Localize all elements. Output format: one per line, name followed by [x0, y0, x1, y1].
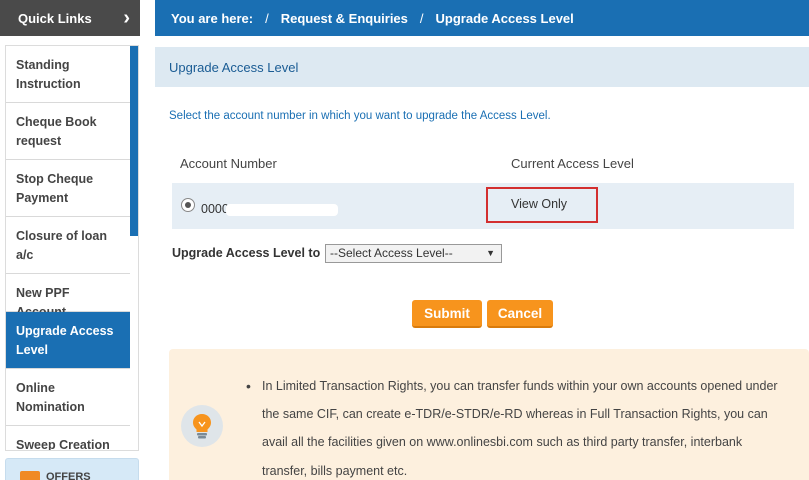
- sidebar-item-closure-of-loan[interactable]: Closure of loan a/c: [6, 217, 130, 274]
- upgrade-access-level-label: Upgrade Access Level to: [172, 246, 321, 260]
- offers-tag-icon: [20, 471, 40, 480]
- info-bullet: • In Limited Transaction Rights, you can…: [246, 372, 786, 480]
- sidebar-item-stop-cheque-payment[interactable]: Stop Cheque Payment: [6, 160, 130, 217]
- breadcrumb-separator: /: [419, 10, 424, 26]
- breadcrumb-item-request-enquiries[interactable]: Request & Enquiries: [281, 11, 408, 26]
- column-header-current-access-level: Current Access Level: [511, 156, 634, 171]
- breadcrumb: You are here: / Request & Enquiries / Up…: [155, 0, 809, 36]
- account-radio-button[interactable]: [181, 198, 195, 212]
- column-header-account-number: Account Number: [180, 156, 277, 171]
- sidebar-item-new-ppf-account[interactable]: New PPF Account: [6, 274, 130, 319]
- breadcrumb-item-upgrade-access-level: Upgrade Access Level: [435, 10, 574, 26]
- sidebar-item-cheque-book-request[interactable]: Cheque Book request: [6, 103, 130, 160]
- sidebar-scrollbar[interactable]: [130, 46, 138, 236]
- access-level-select[interactable]: --Select Access Level-- ▼: [325, 244, 502, 263]
- breadcrumb-separator: /: [265, 10, 269, 26]
- offers-label: OFFERS: [46, 471, 91, 480]
- quick-links-header[interactable]: Quick Links ›: [0, 0, 140, 36]
- panel-title: Upgrade Access Level: [155, 47, 809, 87]
- account-number-redaction: [226, 204, 338, 216]
- quick-links-title: Quick Links: [18, 10, 92, 26]
- cancel-button[interactable]: Cancel: [487, 300, 553, 328]
- offers-banner[interactable]: OFFERS: [5, 458, 139, 480]
- current-access-level-value: View Only: [511, 197, 568, 211]
- sidebar-item-standing-instruction[interactable]: Standing Instruction: [6, 46, 130, 103]
- dropdown-arrow-icon: ▼: [486, 248, 495, 258]
- bullet-icon: •: [246, 378, 251, 394]
- lightbulb-icon: [181, 405, 223, 447]
- chevron-right-icon[interactable]: ›: [123, 8, 130, 28]
- info-text: In Limited Transaction Rights, you can t…: [262, 379, 778, 478]
- quick-links-list: Standing Instruction Cheque Book request…: [5, 45, 139, 451]
- sidebar-item-online-nomination[interactable]: Online Nomination: [6, 369, 130, 426]
- account-number-value: 0000: [201, 202, 229, 216]
- submit-button[interactable]: Submit: [412, 300, 482, 328]
- sidebar-item-upgrade-access-level[interactable]: Upgrade Access Level: [6, 312, 130, 369]
- sidebar-item-sweep-creation[interactable]: Sweep Creation: [6, 426, 130, 450]
- access-level-select-value: --Select Access Level--: [330, 246, 453, 260]
- breadcrumb-prefix: You are here:: [171, 10, 254, 26]
- instruction-text: Select the account number in which you w…: [169, 110, 551, 122]
